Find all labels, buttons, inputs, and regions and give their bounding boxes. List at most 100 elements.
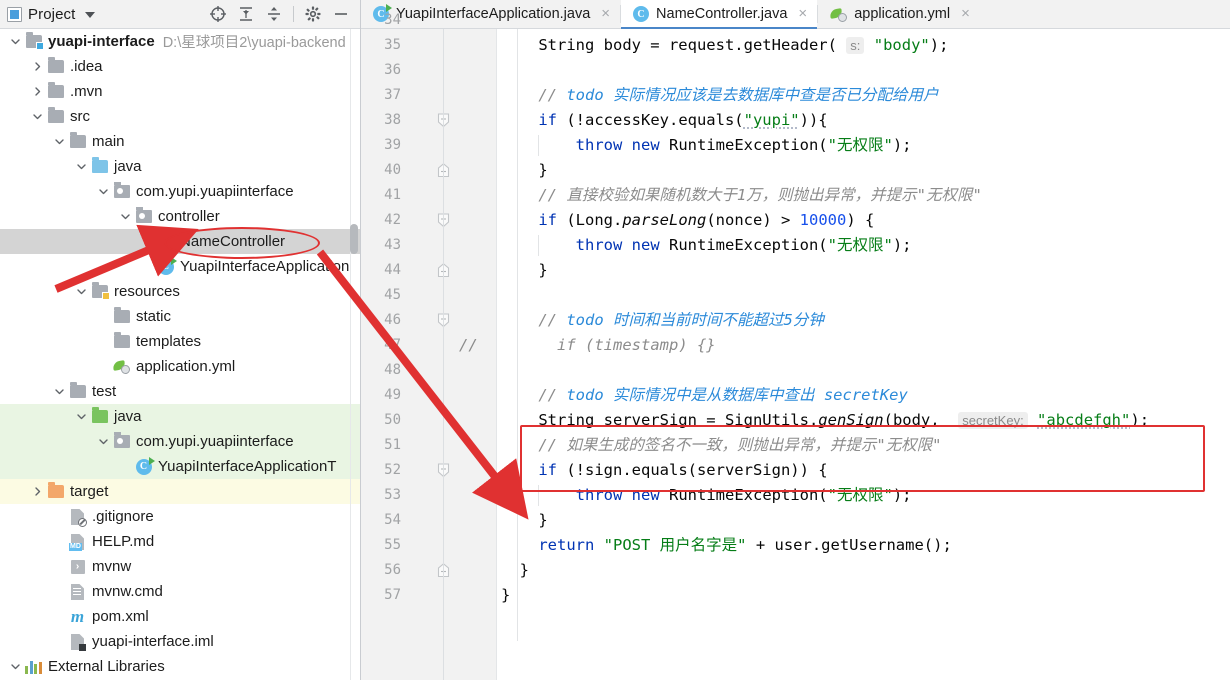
tree-node-mvnw-cmd[interactable]: mvnw.cmd xyxy=(0,579,360,604)
tree-node-com-yupi-yuapiinterface[interactable]: com.yupi.yuapiinterface xyxy=(0,429,360,454)
chevron-down-icon[interactable] xyxy=(116,204,134,229)
code-line-38[interactable]: if (!accessKey.equals("yupi")){ xyxy=(501,108,827,133)
tree-node-external-libraries[interactable]: External Libraries xyxy=(0,654,360,679)
fold-region-start-icon[interactable] xyxy=(437,108,453,133)
code-line-40[interactable]: } xyxy=(501,158,547,183)
chevron-down-icon[interactable] xyxy=(94,179,112,204)
expand-all-icon[interactable] xyxy=(232,1,260,28)
code-line-47[interactable]: if (timestamp) {} xyxy=(501,333,716,358)
fold-region-start-icon[interactable] xyxy=(437,208,453,233)
tree-node-help-md[interactable]: MD HELP.md xyxy=(0,529,360,554)
code-line-55[interactable]: return "POST 用户名字是" + user.getUsername()… xyxy=(501,533,951,558)
tree-node-pom-xml[interactable]: m pom.xml xyxy=(0,604,360,629)
code-line-50[interactable]: String serverSign = SignUtils.genSign(bo… xyxy=(501,408,1149,433)
code-line-42[interactable]: if (Long.parseLong(nonce) > 10000) { xyxy=(501,208,874,233)
code-line-54[interactable]: } xyxy=(501,508,547,533)
tree-node-label: .mvn xyxy=(70,83,103,100)
crosshair-icon[interactable] xyxy=(204,1,232,28)
gear-icon[interactable] xyxy=(299,1,327,28)
chevron-right-icon[interactable] xyxy=(28,54,46,79)
editor-tab-bar[interactable]: C YuapiInterfaceApplication.java × C NameCon… xyxy=(361,0,1230,29)
tree-node-yuapi-interface[interactable]: yuapi-interface D:\星球项目2\yuapi-backend xyxy=(0,29,360,54)
tree-node-label: pom.xml xyxy=(92,608,149,625)
spring-yaml-icon xyxy=(829,7,848,22)
tree-node-application-yml[interactable]: application.yml xyxy=(0,354,360,379)
tree-node-src[interactable]: src xyxy=(0,104,360,129)
tree-node-controller[interactable]: controller xyxy=(0,204,360,229)
code-line-53[interactable]: throw new RuntimeException("无权限"); xyxy=(501,483,912,508)
tree-node-main[interactable]: main xyxy=(0,129,360,154)
tree-node-yuapiinterfaceapplication[interactable]: C YuapiInterfaceApplication xyxy=(0,254,360,279)
editor-tab-namecontroller-java[interactable]: C NameController.java × xyxy=(621,0,818,29)
fold-region-start-icon[interactable] xyxy=(437,458,453,483)
chevron-right-icon[interactable] xyxy=(28,79,46,104)
project-icon xyxy=(7,6,22,22)
code-viewport[interactable]: String sign = request.getHeader( s: "sig… xyxy=(497,29,1230,680)
fold-region-end-icon[interactable] xyxy=(437,558,453,583)
tree-node-static[interactable]: static xyxy=(0,304,360,329)
tree-node-yuapi-interface-iml[interactable]: yuapi-interface.iml xyxy=(0,629,360,654)
code-line-49[interactable]: // todo 实际情况中是从数据库中查出 secretKey xyxy=(501,383,908,408)
tree-node-test[interactable]: test xyxy=(0,379,360,404)
tree-node-mvnw[interactable]: › mvnw xyxy=(0,554,360,579)
code-line-43[interactable]: throw new RuntimeException("无权限"); xyxy=(501,233,912,258)
tree-node-idea[interactable]: .idea xyxy=(0,54,360,79)
tree-scrollbar-thumb[interactable] xyxy=(350,224,358,254)
code-line-51[interactable]: // 如果生成的签名不一致，则抛出异常，并提示"无权限" xyxy=(501,433,941,458)
tree-node-yuapiinterfaceapplicationt[interactable]: C YuapiInterfaceApplicationT xyxy=(0,454,360,479)
editor-gutter[interactable]: 34 35 36 37 38 39 40 41 42 43 44 45 46 47 48 49 50 51 52 53… xyxy=(361,12,497,680)
tree-node-label: main xyxy=(92,133,125,150)
tree-node-com-yupi-yuapiinterface[interactable]: com.yupi.yuapiinterface xyxy=(0,179,360,204)
collapse-all-icon[interactable] xyxy=(260,1,288,28)
minimize-icon[interactable] xyxy=(327,1,355,28)
chevron-down-icon[interactable] xyxy=(50,129,68,154)
chevron-down-icon[interactable] xyxy=(6,29,24,54)
code-line-37[interactable]: // todo 实际情况应该是去数据库中查是否已分配给用户 xyxy=(501,83,938,108)
tree-node-target[interactable]: target xyxy=(0,479,360,504)
chevron-down-icon[interactable] xyxy=(94,429,112,454)
fold-region-end-icon[interactable] xyxy=(437,158,453,183)
code-line-57[interactable]: } xyxy=(501,583,510,608)
fold-region-end-icon[interactable] xyxy=(437,258,453,283)
line-number: 43 xyxy=(384,237,401,253)
editor-tab-application-yml[interactable]: application.yml × xyxy=(818,0,980,28)
tree-node-namecontroller[interactable]: C NameController xyxy=(0,229,360,254)
chevron-down-icon[interactable] xyxy=(72,154,90,179)
folder-icon xyxy=(46,79,65,104)
code-line-41[interactable]: // 直接校验如果随机数大于1万，则抛出异常，并提示"无权限" xyxy=(501,183,982,208)
chevron-down-icon[interactable] xyxy=(6,654,24,679)
close-icon[interactable]: × xyxy=(798,6,807,21)
package-icon xyxy=(112,429,131,454)
chevron-down-icon[interactable] xyxy=(72,279,90,304)
tree-node-label: target xyxy=(70,483,109,500)
line-number: 42 xyxy=(384,212,401,228)
code-line-52[interactable]: if (!sign.equals(serverSign)) { xyxy=(501,458,827,483)
iml-file-icon xyxy=(68,629,87,654)
chevron-down-icon[interactable] xyxy=(50,379,68,404)
line-number: 53 xyxy=(384,487,401,503)
fold-rail xyxy=(443,29,444,680)
code-line-39[interactable]: throw new RuntimeException("无权限"); xyxy=(501,133,912,158)
code-line-46[interactable]: // todo 时间和当前时间不能超过5分钟 xyxy=(501,308,824,333)
tree-node-resources[interactable]: resources xyxy=(0,279,360,304)
chevron-down-icon[interactable] xyxy=(28,104,46,129)
code-line-35[interactable]: String body = request.getHeader( s: "bod… xyxy=(501,33,948,58)
tree-node-gitignore[interactable]: .gitignore xyxy=(0,504,360,529)
code-line-56[interactable]: } xyxy=(501,558,529,583)
chevron-down-icon[interactable] xyxy=(85,12,96,18)
chevron-right-icon[interactable] xyxy=(28,479,46,504)
tree-node-java[interactable]: java xyxy=(0,154,360,179)
code-line-44[interactable]: } xyxy=(501,258,547,283)
tree-node-label: application.yml xyxy=(136,358,236,375)
tree-node-templates[interactable]: templates xyxy=(0,329,360,354)
tree-node-mvn[interactable]: .mvn xyxy=(0,79,360,104)
close-icon[interactable]: × xyxy=(601,6,610,21)
project-tree[interactable]: yuapi-interface D:\星球项目2\yuapi-backend .id… xyxy=(0,29,360,680)
close-icon[interactable]: × xyxy=(961,6,970,21)
chevron-down-icon[interactable] xyxy=(72,404,90,429)
fold-region-start-icon[interactable] xyxy=(437,308,453,333)
tree-scrollbar[interactable] xyxy=(349,32,359,677)
tree-node-java[interactable]: java xyxy=(0,404,360,429)
editor-tab-label: application.yml xyxy=(854,6,951,22)
